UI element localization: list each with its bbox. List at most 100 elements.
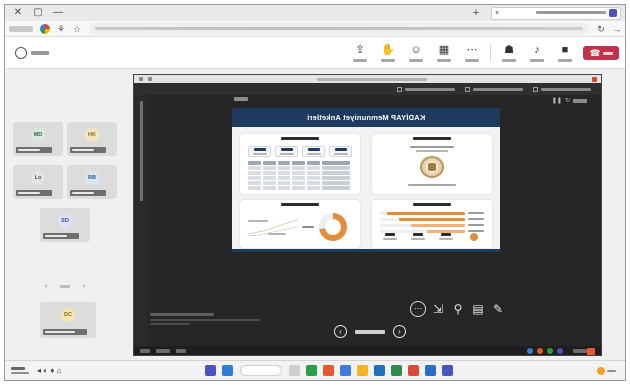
app-taskbar-icon[interactable] xyxy=(408,365,420,376)
pager-prev-button[interactable]: ‹ xyxy=(45,283,47,290)
camera-button[interactable]: ■ xyxy=(553,40,577,66)
url-field[interactable] xyxy=(89,23,589,34)
table-row xyxy=(248,181,352,185)
meeting-toolbar: ⇪ ✋ ☺ ▦ ⋯ ☗ ♪ ■ ☎ xyxy=(5,37,625,69)
slide-rail xyxy=(134,95,148,355)
app-icon xyxy=(547,348,553,354)
stat-box xyxy=(248,146,271,157)
more-button[interactable]: ⋯ xyxy=(460,40,484,66)
table-cell xyxy=(262,176,276,180)
extensions-icon[interactable]: ⚘ xyxy=(55,23,67,35)
stat-box xyxy=(329,146,352,157)
more-options-icon[interactable]: ⋯ xyxy=(410,301,426,317)
raise-hand-button[interactable]: ✋ xyxy=(376,40,400,66)
slide-navigation: ‹ › xyxy=(334,325,406,338)
shared-window-titlebar xyxy=(134,75,601,83)
minimize-window-icon[interactable]: — xyxy=(51,6,65,20)
new-tab-button[interactable]: + xyxy=(469,7,483,20)
zoom-icon[interactable]: ⚲ xyxy=(450,301,466,317)
table-row xyxy=(248,176,352,180)
table-cell xyxy=(321,176,351,180)
reactions-button[interactable]: ☺ xyxy=(404,40,428,66)
menu-item[interactable] xyxy=(533,86,591,92)
bar-row xyxy=(380,217,484,221)
forward-icon[interactable]: → xyxy=(611,23,623,35)
system-clock xyxy=(11,367,31,374)
table-cell xyxy=(292,161,306,165)
tab-close-icon[interactable]: × xyxy=(495,10,499,17)
leave-button[interactable]: ☎ xyxy=(583,45,619,60)
meeting-stage: ❚❚ ↻ KADİYAP Memnuniyet Anketleri ⋯ ⇲ ⚲ … xyxy=(5,70,625,360)
table-cell xyxy=(248,171,261,175)
participant-tile[interactable]: HK xyxy=(67,122,117,156)
participant-tile[interactable]: RB xyxy=(67,165,117,199)
app-icon xyxy=(557,348,563,354)
taskbar-search[interactable] xyxy=(240,365,283,376)
share-button[interactable]: ⇪ xyxy=(348,40,372,66)
table-header-row xyxy=(248,161,352,165)
star-icon[interactable]: ☆ xyxy=(71,23,83,35)
people-button[interactable]: ☗ xyxy=(497,40,521,66)
app-taskbar-icon[interactable] xyxy=(222,365,234,376)
presenter-tools: ⋯ ⇲ ⚲ ▤ ✎ xyxy=(410,301,510,317)
bar-track xyxy=(380,211,465,215)
bar-2 xyxy=(410,223,465,227)
slides-grid-icon[interactable]: ▤ xyxy=(470,301,486,317)
pause-icon[interactable]: ❚❚ xyxy=(552,97,562,104)
menu-item[interactable] xyxy=(465,86,523,92)
refresh-icon[interactable]: ↻ xyxy=(595,23,607,35)
view-button[interactable]: ▦ xyxy=(432,40,456,66)
table-cell xyxy=(262,161,276,165)
weather-widget[interactable] xyxy=(597,365,617,376)
app-taskbar-icon[interactable] xyxy=(374,365,386,376)
table-cell xyxy=(277,176,291,180)
app-taskbar-icon[interactable] xyxy=(425,365,437,376)
table-row xyxy=(248,166,352,170)
bar-row xyxy=(380,211,484,215)
participant-tile[interactable]: Lo xyxy=(13,165,63,199)
windows-start-icon[interactable] xyxy=(442,365,454,376)
table-cell xyxy=(307,176,320,180)
card-title xyxy=(281,137,319,140)
next-slide-button[interactable]: › xyxy=(393,325,406,338)
pager-next-button[interactable]: › xyxy=(83,283,85,290)
maximize-window-icon[interactable]: ▢ xyxy=(31,6,45,20)
participant-tile[interactable]: DC xyxy=(40,302,96,338)
table-cell xyxy=(307,186,320,190)
teams-taskbar-icon[interactable] xyxy=(205,365,217,376)
slide-number xyxy=(355,329,385,334)
mini-stats xyxy=(380,233,484,243)
refresh-timer-icon[interactable]: ↻ xyxy=(565,97,570,104)
app-taskbar-icon[interactable] xyxy=(323,365,335,376)
table-row xyxy=(248,171,352,175)
address-bar: ⚘ ☆ ↻ → xyxy=(5,21,625,37)
distribution-card xyxy=(372,200,492,248)
app-taskbar-icon[interactable] xyxy=(391,365,403,376)
close-window-icon[interactable]: ✕ xyxy=(11,6,25,20)
bar-chart xyxy=(380,211,484,235)
bookmark-item[interactable] xyxy=(9,25,33,32)
smile-icon: ☺ xyxy=(410,43,422,56)
table-cell xyxy=(277,166,291,170)
pen-icon[interactable]: ✎ xyxy=(490,301,506,317)
participant-tile[interactable]: MD xyxy=(13,122,63,156)
bar-1 xyxy=(398,217,465,221)
card-title xyxy=(413,137,451,140)
mic-button[interactable]: ♪ xyxy=(525,40,549,66)
menu-item[interactable] xyxy=(397,86,455,92)
table-cell xyxy=(248,166,261,170)
table-row xyxy=(248,186,352,190)
avatar: Lo xyxy=(31,171,45,185)
app-taskbar-icon[interactable] xyxy=(289,365,301,376)
bar-label xyxy=(468,224,484,226)
folder-taskbar-icon[interactable] xyxy=(357,365,369,376)
system-tray-icons[interactable]: ◂ ◐ ♦ ⌂ xyxy=(37,366,61,375)
participant-tile[interactable]: SD xyxy=(40,208,90,242)
table-cell xyxy=(321,171,351,175)
browser-tab-teams[interactable]: × xyxy=(491,6,621,20)
app-taskbar-icon[interactable] xyxy=(306,365,318,376)
previous-slide-button[interactable]: ‹ xyxy=(334,325,347,338)
table-cell xyxy=(262,171,276,175)
pointer-icon[interactable]: ⇲ xyxy=(430,301,446,317)
browser-taskbar-icon[interactable] xyxy=(340,365,352,376)
